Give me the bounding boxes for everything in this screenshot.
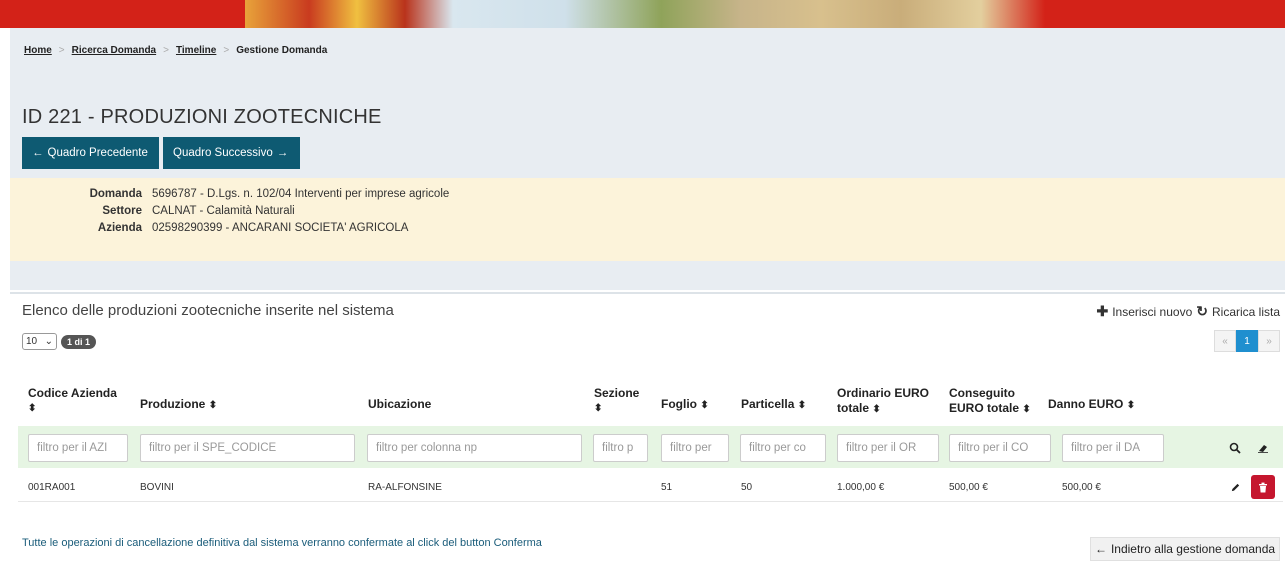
info-value: - Calamità Naturali [196,205,295,217]
column-label: Foglio [661,397,697,411]
column-header-ubicazione: Ubicazione [368,397,431,412]
page-title: ID 221 - PRODUZIONI ZOOTECNICHE [22,106,382,128]
page-count-badge: 1 di 1 [61,334,97,349]
cell-produzione: BOVINI [140,482,174,493]
delete-confirmation-note: Tutte le operazioni di cancellazione def… [22,537,542,549]
column-label: Produzione [140,397,206,411]
sort-icon: ⬍ [1022,404,1031,415]
column-label-line2: totale [837,401,870,415]
next-section-button[interactable]: Quadro Successivo → [163,137,300,169]
info-label: Domanda [89,188,142,200]
info-code: 02598290399 [152,222,223,234]
sort-icon: ⬍ [797,400,807,411]
sort-icon: ⬍ [700,400,709,411]
column-label: Ordinario EURO [837,386,930,400]
pagination-next[interactable]: » [1258,330,1280,352]
column-header-produzione[interactable]: Produzione ⬍ [140,397,217,413]
info-azienda: Azienda 02598290399 - ANCARANI SOCIETA' … [10,222,408,234]
pagination-page-1[interactable]: 1 [1236,330,1258,352]
list-actions: ✚ Inserisci nuovo ↻ Ricarica lista [1096,303,1280,320]
chevron-down-icon: ⌄ [44,336,53,347]
page-size-value: 10 [26,336,38,347]
cell-conseguito: 500,00 € [949,482,988,493]
info-settore: Settore CALNAT - Calamità Naturali [10,205,295,217]
trash-icon[interactable] [1251,475,1275,499]
filter-danno[interactable]: filtro per il DA [1062,434,1164,462]
filter-sezione[interactable]: filtro p [593,434,648,462]
filter-foglio[interactable]: filtro per [661,434,729,462]
breadcrumb-home[interactable]: Home [24,45,52,56]
back-label: Indietro alla gestione domanda [1110,542,1276,556]
eraser-icon[interactable] [1251,436,1275,460]
info-value: - ANCARANI SOCIETA' AGRICOLA [222,222,409,234]
info-label: Azienda [97,222,142,234]
cell-codice-azienda: 001RA001 [28,482,76,493]
search-icon[interactable] [1223,436,1247,460]
column-label: Sezione [594,386,640,400]
breadcrumb-timeline[interactable]: Timeline [176,45,216,56]
arrow-right-icon: → [276,147,289,159]
breadcrumb-current: Gestione Domanda [236,45,328,56]
column-label: Danno EURO [1048,397,1124,411]
column-label: Particella [741,397,795,411]
cell-ubicazione: RA-ALFONSINE [368,482,442,493]
cell-particella: 50 [741,482,753,493]
info-code: CALNAT [152,205,197,217]
column-header-conseguito[interactable]: Conseguito EURO totale ⬍ [949,386,1031,417]
filter-produzione[interactable]: filtro per il SPE_CODICE [140,434,355,462]
column-header-foglio[interactable]: Foglio ⬍ [661,397,709,413]
column-label-line2: EURO totale [949,401,1020,415]
previous-section-label: Quadro Precedente [47,147,148,159]
cell-danno: 500,00 € [1062,482,1101,493]
breadcrumb-separator: > [163,45,169,56]
column-header-ordinario[interactable]: Ordinario EURO totale ⬍ [837,386,929,417]
pagination: « 1 » [1214,330,1280,352]
sort-icon: ⬍ [28,403,37,414]
edit-icon[interactable] [1223,475,1247,499]
info-value: - D.Lgs. n. 102/04 Interventi per impres… [196,188,450,200]
sort-icon: ⬍ [208,400,218,411]
column-header-codice-azienda[interactable]: Codice Azienda ⬍ [28,386,117,416]
info-code: 5696787 [152,188,197,200]
breadcrumb-separator: > [223,45,230,56]
breadcrumb-separator: > [58,45,65,56]
column-header-danno[interactable]: Danno EURO ⬍ [1048,397,1135,413]
column-label: Conseguito [949,386,1015,400]
filter-conseguito[interactable]: filtro per il CO [949,434,1051,462]
reload-list-link[interactable]: Ricarica lista [1212,305,1280,319]
banner-image [245,0,1045,28]
filter-ordinario[interactable]: filtro per il OR [837,434,939,462]
arrow-left-icon: ← [32,147,44,159]
breadcrumb-ricerca-domanda[interactable]: Ricerca Domanda [72,45,156,56]
filter-particella[interactable]: filtro per co [740,434,826,462]
column-header-sezione[interactable]: Sezione ⬍ [594,386,639,416]
cell-ordinario: 1.000,00 € [837,482,885,493]
filter-codice-azienda[interactable]: filtro per il AZI [28,434,128,462]
page-size-select[interactable]: 10 ⌄ [22,333,57,350]
next-section-label: Quadro Successivo [173,147,273,159]
cell-foglio: 51 [661,482,673,493]
sort-icon: ⬍ [872,404,881,415]
breadcrumb: Home > Ricerca Domanda > Timeline > Gest… [24,45,327,56]
header-banner [0,0,1285,28]
sort-icon: ⬍ [594,403,603,414]
info-domanda: Domanda 5696787 - D.Lgs. n. 102/04 Inter… [10,188,450,200]
pagination-prev[interactable]: « [1214,330,1236,352]
page-size-control: 10 ⌄ 1 di 1 [22,333,97,350]
column-header-particella[interactable]: Particella ⬍ [741,397,806,413]
column-label: Codice Azienda [28,386,117,400]
reload-icon: ↻ [1196,303,1208,319]
plus-icon: ✚ [1096,303,1109,319]
column-label: Ubicazione [368,397,432,411]
list-title: Elenco delle produzioni zootecniche inse… [22,302,394,319]
insert-new-link[interactable]: Inserisci nuovo [1112,305,1192,319]
back-to-application-button[interactable]: ← Indietro alla gestione domanda [1090,537,1280,561]
arrow-left-icon: ← [1094,542,1107,556]
sort-icon: ⬍ [1126,400,1136,411]
info-label: Settore [102,205,142,217]
previous-section-button[interactable]: ← Quadro Precedente [22,137,159,169]
filter-ubicazione[interactable]: filtro per colonna np [367,434,582,462]
